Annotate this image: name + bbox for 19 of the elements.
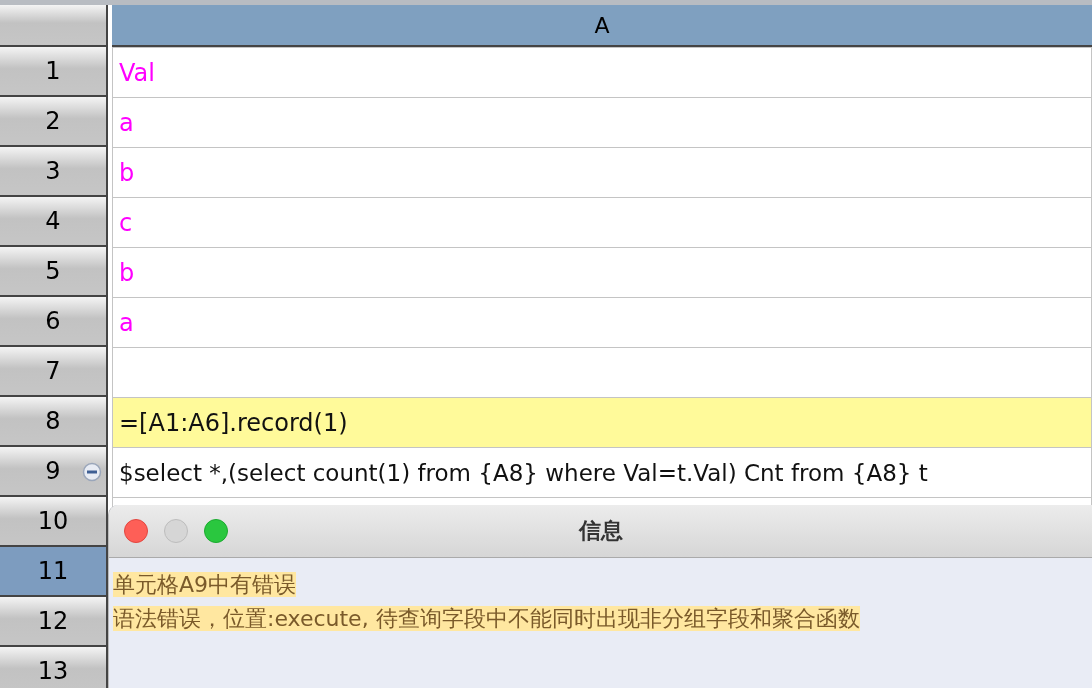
error-message: 单元格A9中有错误 — [113, 572, 297, 597]
column-header[interactable]: A — [112, 5, 1092, 47]
row-header[interactable]: 12 — [0, 597, 108, 647]
error-message: 语法错误，位置:execute, 待查询字段中不能同时出现非分组字段和聚合函数 — [113, 606, 860, 631]
row-header[interactable]: 9 — [0, 447, 108, 497]
table-cell[interactable]: $select *,(select count(1) from {A8} where Val=t.Val) Cnt from {A8} t — [112, 447, 1092, 497]
row-header[interactable]: 8 — [0, 397, 108, 447]
row-header[interactable]: 5 — [0, 247, 108, 297]
row-header[interactable]: 7 — [0, 347, 108, 397]
dialog-title: 信息 — [578, 517, 623, 545]
table-cell[interactable]: =[A1:A6].record(1) — [112, 397, 1092, 447]
row-header[interactable]: 13 — [0, 647, 108, 688]
row-header[interactable]: 1 — [0, 47, 108, 97]
row-header[interactable]: 6 — [0, 297, 108, 347]
row-header[interactable]: 11 — [0, 547, 108, 597]
row-header[interactable]: 3 — [0, 147, 108, 197]
row-header[interactable]: 10 — [0, 497, 108, 547]
row-header[interactable]: 2 — [0, 97, 108, 147]
row-header[interactable]: 4 — [0, 197, 108, 247]
